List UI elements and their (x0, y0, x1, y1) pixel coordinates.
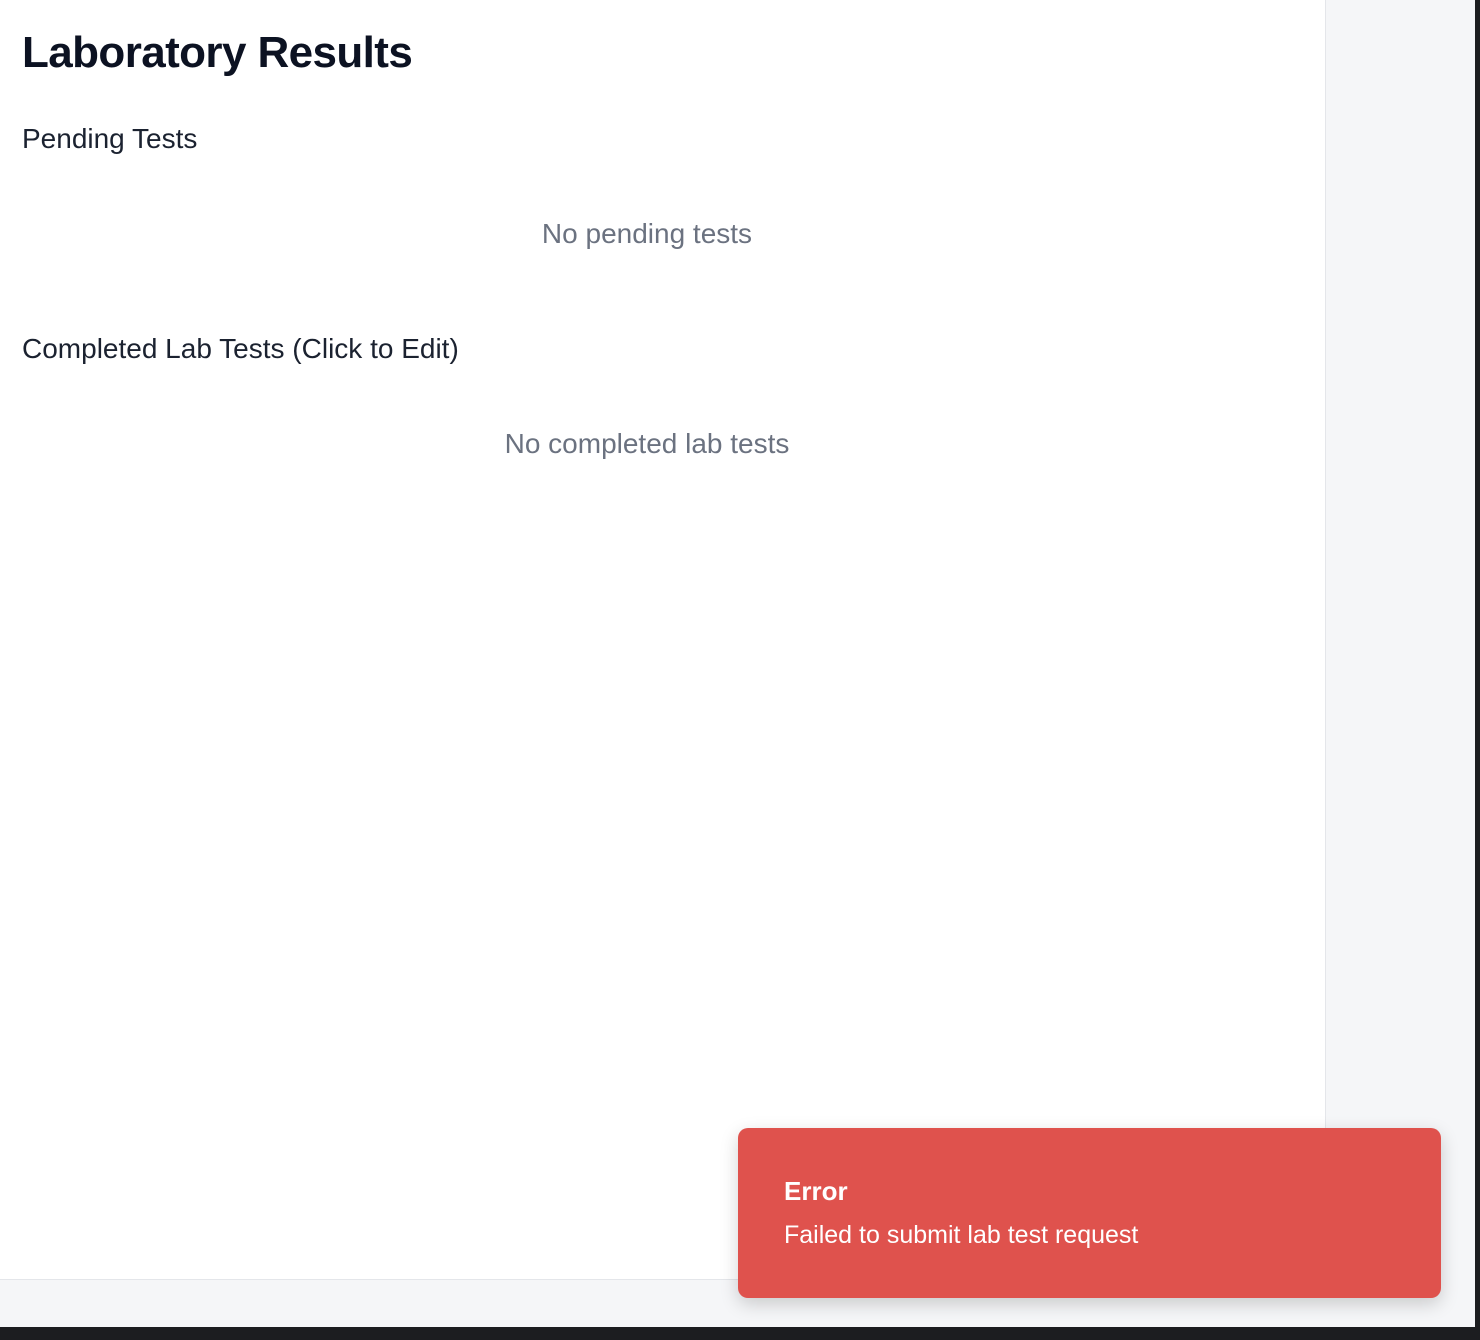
pending-tests-heading: Pending Tests (22, 123, 198, 154)
page-title: Laboratory Results (22, 28, 413, 77)
pending-tests-empty-message: No pending tests (541, 218, 753, 249)
window-bottom-edge (0, 1327, 1480, 1340)
completed-tests-heading: Completed Lab Tests (Click to Edit) (22, 333, 459, 364)
window-right-edge (1475, 0, 1480, 1340)
completed-tests-empty-message: No completed lab tests (504, 428, 790, 459)
lab-results-card: Laboratory Results Pending Tests No pend… (0, 0, 1326, 1280)
toast-message: Failed to submit lab test request (784, 1221, 1139, 1249)
error-toast[interactable]: Error Failed to submit lab test request (738, 1128, 1441, 1298)
toast-title: Error (784, 1176, 848, 1206)
